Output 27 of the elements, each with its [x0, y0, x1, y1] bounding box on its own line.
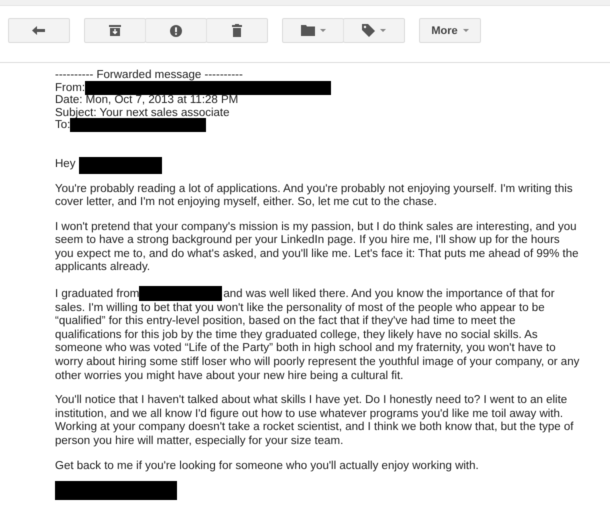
subject-text: Subject: Your next sales associate	[55, 106, 231, 119]
archive-button[interactable]	[84, 18, 146, 43]
delete-button[interactable]	[206, 18, 268, 43]
reply-button[interactable]	[8, 18, 70, 43]
folder-icon	[300, 25, 314, 36]
labels-button[interactable]	[343, 18, 405, 43]
caret-icon	[462, 29, 469, 32]
to-label: To:	[55, 119, 70, 132]
caret-icon	[320, 29, 326, 32]
move-to-button[interactable]	[282, 18, 344, 43]
trash-icon	[232, 24, 242, 37]
paragraph: I graduated from and was well liked there. And you know the importance of that for sales. I'm willing to bet that you won't like the personality of most of the people who appear to be “qualified” for this entry-level position, based on the fact that if they've had time to meet the qualifications for this job by the time they graduated college, they likely have no social skills. As someone who was voted “Life of the Party” both in high school and my fraternity, you won't have to worry about hiring some stiff loser who will poorly represent the youthful image of your company, or any other worries you might have about your new hire being a cultural fit.	[55, 286, 580, 384]
greeting-text: Hey	[55, 158, 76, 172]
forwarded-message-label: ---------- Forwarded message ----------	[55, 69, 244, 82]
paragraph: You're probably reading a lot of applications. And you're probably not enjoying yourself. I'm writing this cover letter, and I'm not enjoying myself, either. So, let me cut to the chase.	[55, 182, 574, 210]
more-button[interactable]: More	[419, 18, 481, 43]
archive-icon	[109, 25, 121, 36]
date-text: Date: Mon, Oct 7, 2013 at 11:28 PM	[55, 94, 240, 106]
reply-icon	[32, 26, 46, 36]
exclamation-icon	[170, 24, 182, 36]
caret-icon	[380, 29, 386, 32]
report-spam-button[interactable]	[145, 18, 207, 43]
tag-icon	[362, 24, 375, 37]
paragraph: You'll notice that I haven't talked about what skills I have yet. Do I honestly need to? I went to an elite institution, and we all know I'd figure out how to use whatever programs you'd like me toil away with. Working at your company doesn't take a rocket scientist, and I think we both know that, but the type of person you hire will matter, especially for your size team.	[55, 394, 574, 449]
paragraph: I won't pretend that your company's mission is my passion, but I do think sales are interesting, and you seem to have a strong background per your LinkedIn page. If you hire me, I'll show up for the hours you expect me to, and do what's asked, and you'll like me. Let's face it: That puts me ahead of 99% the applicants already.	[55, 220, 580, 276]
paragraph: Get back to me if you're looking for someone who you'll actually enjoy working with.	[55, 460, 480, 474]
from-label: From:	[55, 82, 86, 94]
